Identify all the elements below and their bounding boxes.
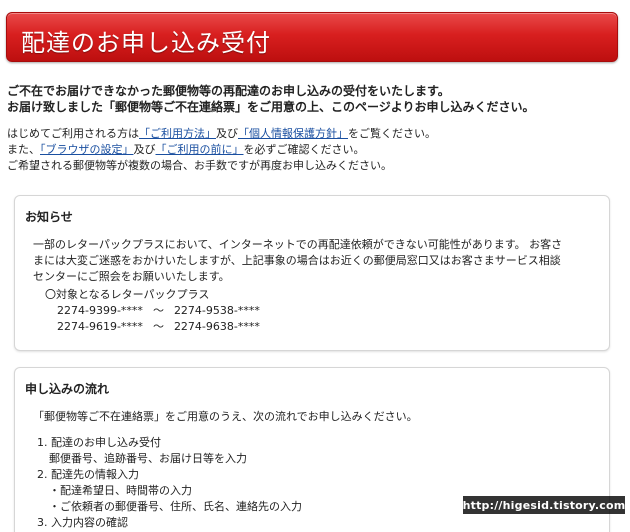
intro-line-2: お届け致しました「郵便物等ご不在連絡票」をご用意の上、このページよりお申し込みく… — [7, 100, 535, 114]
flow-lead-text: 「郵便物等ご不在連絡票」をご用意のうえ、次の流れでお申し込みください。 — [33, 410, 418, 423]
intro-text: ご不在でお届けできなかった郵便物等の再配達のお申し込みの受付をいたします。 お届… — [7, 83, 622, 115]
info-line-3: ご希望される郵便物等が複数の場合、お手数ですが再度お申し込みください。 — [7, 159, 392, 172]
privacy-policy-link[interactable]: 「個人情報保護方針」 — [238, 127, 348, 140]
flow-step-3: 3. 入力内容の確認 — [37, 516, 128, 529]
target-range-row: 2274-9619-**** 〜 2274-9638-**** — [57, 320, 260, 333]
usage-guide-link[interactable]: 「ご利用方法」 — [139, 127, 216, 140]
before-use-link[interactable]: 「ご利用の前に」 — [156, 143, 244, 156]
notice-box: お知らせ 一部のレターパックプラスにおいて、インターネットでの再配達依頼ができな… — [14, 195, 610, 351]
info-line-2: また、「ブラウザの設定」及び「ご利用の前に」を必ずご確認ください。 — [7, 143, 365, 156]
target-range-row: 2274-9399-**** 〜 2274-9538-**** — [57, 304, 260, 317]
flow-step-2-detail-1: ・配達希望日、時間帯の入力 — [49, 484, 192, 497]
watermark: http://higesid.tistory.com — [463, 496, 625, 514]
info-line-1: はじめてご利用される方は「ご利用方法」及び「個人情報保護方針」をご覧ください。 — [7, 127, 436, 140]
flow-steps: 1. 配達のお申し込み受付 郵便番号、追跡番号、お届け日等を入力 2. 配達先の… — [37, 435, 302, 531]
page-title: 配達のお申し込み受付 — [21, 29, 271, 57]
flow-step-1-detail: 郵便番号、追跡番号、お届け日等を入力 — [49, 452, 247, 465]
notice-title: お知らせ — [25, 210, 73, 224]
flow-step-1: 1. 配達のお申し込み受付 — [37, 436, 161, 449]
flow-step-2: 2. 配達先の情報入力 — [37, 468, 139, 481]
intro-line-1: ご不在でお届けできなかった郵便物等の再配達のお申し込みの受付をいたします。 — [7, 84, 450, 98]
browser-settings-link[interactable]: 「ブラウザの設定」 — [40, 143, 134, 156]
usage-info: はじめてご利用される方は「ご利用方法」及び「個人情報保護方針」をご覧ください。 … — [7, 126, 622, 174]
notice-body: 一部のレターパックプラスにおいて、インターネットでの再配達依頼ができない可能性が… — [33, 238, 563, 283]
targets-heading: 〇対象となるレターパックプラス — [45, 288, 210, 301]
flow-step-2-detail-2: ・ご依頼者の郵便番号、住所、氏名、連絡先の入力 — [49, 500, 302, 513]
flow-title: 申し込みの流れ — [25, 382, 110, 396]
page-header-banner: 配達のお申し込み受付 — [6, 12, 618, 62]
target-ranges: 〇対象となるレターパックプラス 2274-9399-**** 〜 2274-95… — [45, 287, 260, 335]
